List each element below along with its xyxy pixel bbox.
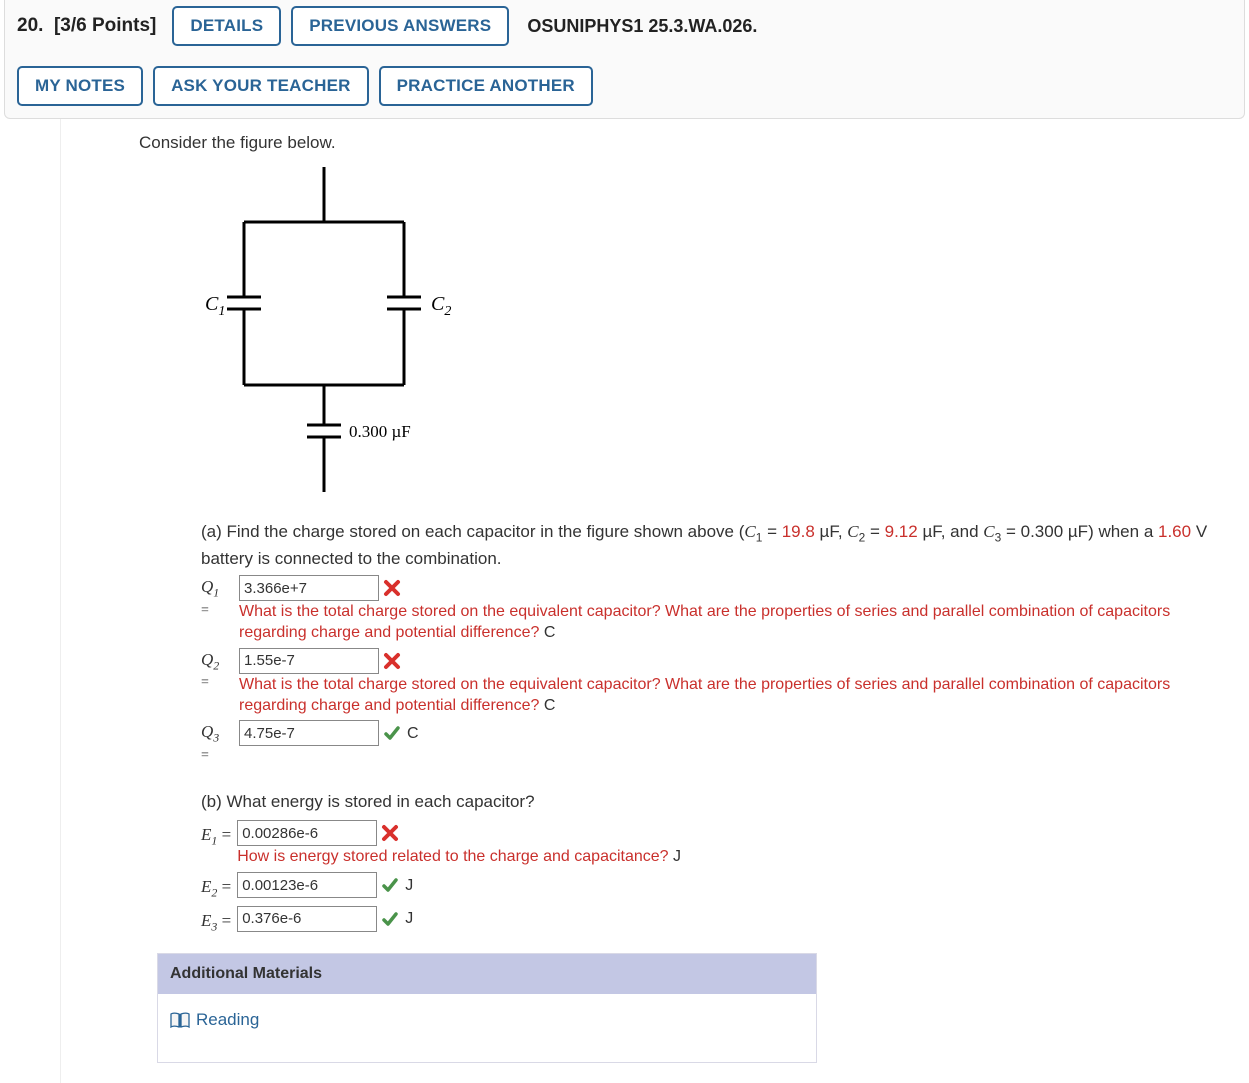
answer-input[interactable] [239,720,379,746]
correct-icon [383,724,401,742]
answer-input[interactable] [237,872,377,898]
wrong-icon [383,652,401,670]
question-number: 20. [3/6 Points] [17,15,156,37]
svg-text:C2: C2 [431,293,451,319]
unit-label: J [405,877,413,894]
book-icon [170,1012,190,1028]
unit-label: C [407,725,419,742]
svg-text:C1: C1 [205,293,225,319]
part-b-text: (b) What energy is stored in each capaci… [201,790,1229,815]
answer-row: E1 = How is energy stored related to the … [201,820,1229,868]
feedback-text: How is energy stored related to the char… [237,847,1229,868]
answer-row: Q1=What is the total charge stored on th… [201,575,1229,644]
question-ref: OSUNIPHYS1 25.3.WA.026. [527,16,757,37]
answer-input[interactable] [237,820,377,846]
correct-icon [381,876,399,894]
my-notes-button[interactable]: MY NOTES [17,66,143,106]
answer-input[interactable] [239,575,379,601]
answer-label: E1 = [201,820,231,850]
wrong-icon [383,579,401,597]
part-a: (a) Find the charge stored on each capac… [201,520,1229,1063]
answer-row: Q3= C [201,720,1229,763]
part-a-text: (a) Find the charge stored on each capac… [201,520,1229,571]
svg-text:0.300 µF: 0.300 µF [349,422,411,441]
answer-label: E3 = [201,906,231,936]
answer-input[interactable] [239,648,379,674]
question-content: Consider the figure below. [60,119,1249,1083]
answer-label: Q3= [201,720,233,763]
reading-label: Reading [196,1008,259,1033]
circuit-figure: C1 C2 0.300 µF [189,167,1229,502]
unit-label: J [405,910,413,927]
wrong-icon [381,824,399,842]
answer-row: Q2=What is the total charge stored on th… [201,648,1229,717]
answer-label: E2 = [201,872,231,902]
answer-row: E3 = J [201,906,1229,936]
answer-label: Q1= [201,575,233,618]
correct-icon [381,910,399,928]
answer-row: E2 = J [201,872,1229,902]
question-header: 20. [3/6 Points] DETAILS PREVIOUS ANSWER… [4,0,1245,119]
details-button[interactable]: DETAILS [172,6,281,46]
practice-another-button[interactable]: PRACTICE ANOTHER [379,66,593,106]
additional-title: Additional Materials [158,954,816,993]
feedback-text: What is the total charge stored on the e… [239,602,1229,644]
previous-answers-button[interactable]: PREVIOUS ANSWERS [291,6,509,46]
reading-link[interactable]: Reading [170,1008,259,1033]
additional-materials: Additional Materials Reading [157,953,817,1062]
answer-label: Q2= [201,648,233,691]
prompt-text: Consider the figure below. [139,133,1229,153]
ask-teacher-button[interactable]: ASK YOUR TEACHER [153,66,369,106]
feedback-text: What is the total charge stored on the e… [239,675,1229,717]
answer-input[interactable] [237,906,377,932]
